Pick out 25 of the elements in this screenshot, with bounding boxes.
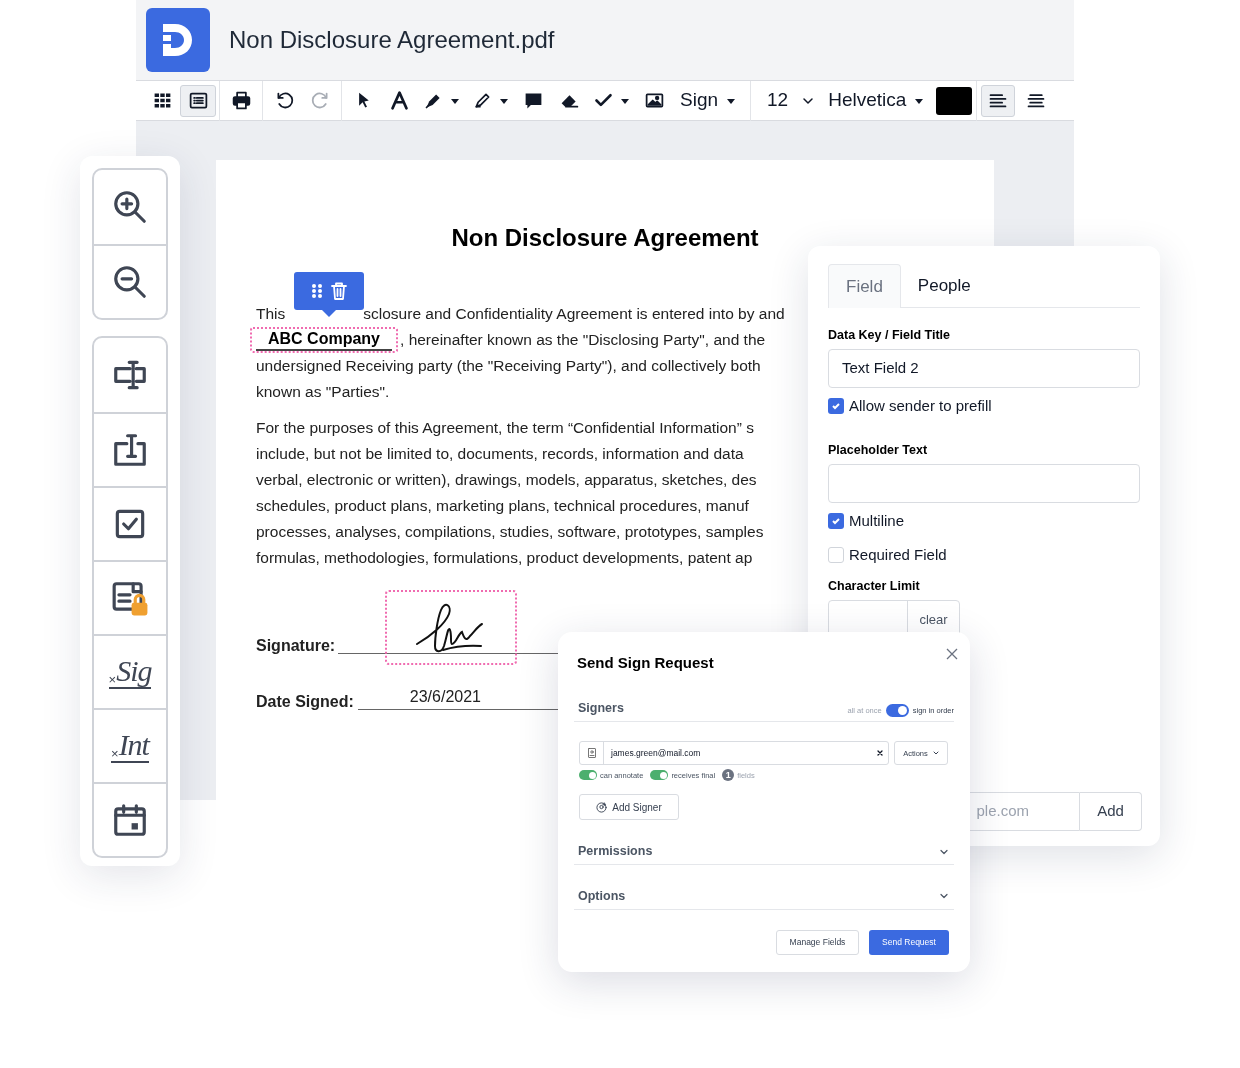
document-title: Non Disclosure Agreement.pdf	[229, 25, 555, 55]
body-text: sclosure and Confidentiality Agreement is entered into by and	[363, 304, 785, 324]
date-value: 23/6/2021	[409, 688, 481, 705]
field-label: Placeholder Text	[828, 442, 929, 460]
body-text: verbal, electronic or written), drawings, models, apparatus, sketches, des	[256, 470, 758, 490]
body-text: For the purposes of this Agreement, the term “Confidential Information” s	[256, 418, 755, 438]
date-signed-label: Date Signed:	[256, 692, 354, 712]
body-text: include, but not be limited to, documents, records, information and data	[256, 444, 745, 464]
document-heading: Non Disclosure Agreement	[450, 223, 760, 253]
body-text: schedules, product plans, marketing plans, technical procedures, manuf	[256, 496, 750, 516]
field-label: Character Limit	[828, 578, 921, 595]
body-text: undersigned Receiving party (the "Receiving Party"), and collectively both	[256, 356, 762, 376]
count-badge: 1	[722, 769, 735, 782]
checkbox-label: Multiline	[849, 511, 905, 531]
signature-label: Signature:	[256, 636, 336, 656]
body-text: This	[256, 304, 286, 324]
checkbox-label: Allow sender to prefill	[849, 395, 992, 416]
body-text: known as "Parties".	[256, 382, 391, 402]
section-heading: Signers	[578, 699, 624, 717]
body-text: processes, analyses, compilations, studies, software, prototypes, samples	[256, 522, 765, 542]
checkbox-label: Required Field	[849, 544, 947, 565]
field-label: Data Key / Field Title	[828, 327, 952, 344]
body-text: , hereinafter known as the "Disclosing Party", and the	[400, 330, 766, 350]
dialog-title: Send Sign Request	[576, 653, 715, 673]
body-text: formulas, methodologies, formulations, product developments, patent ap	[256, 548, 754, 568]
